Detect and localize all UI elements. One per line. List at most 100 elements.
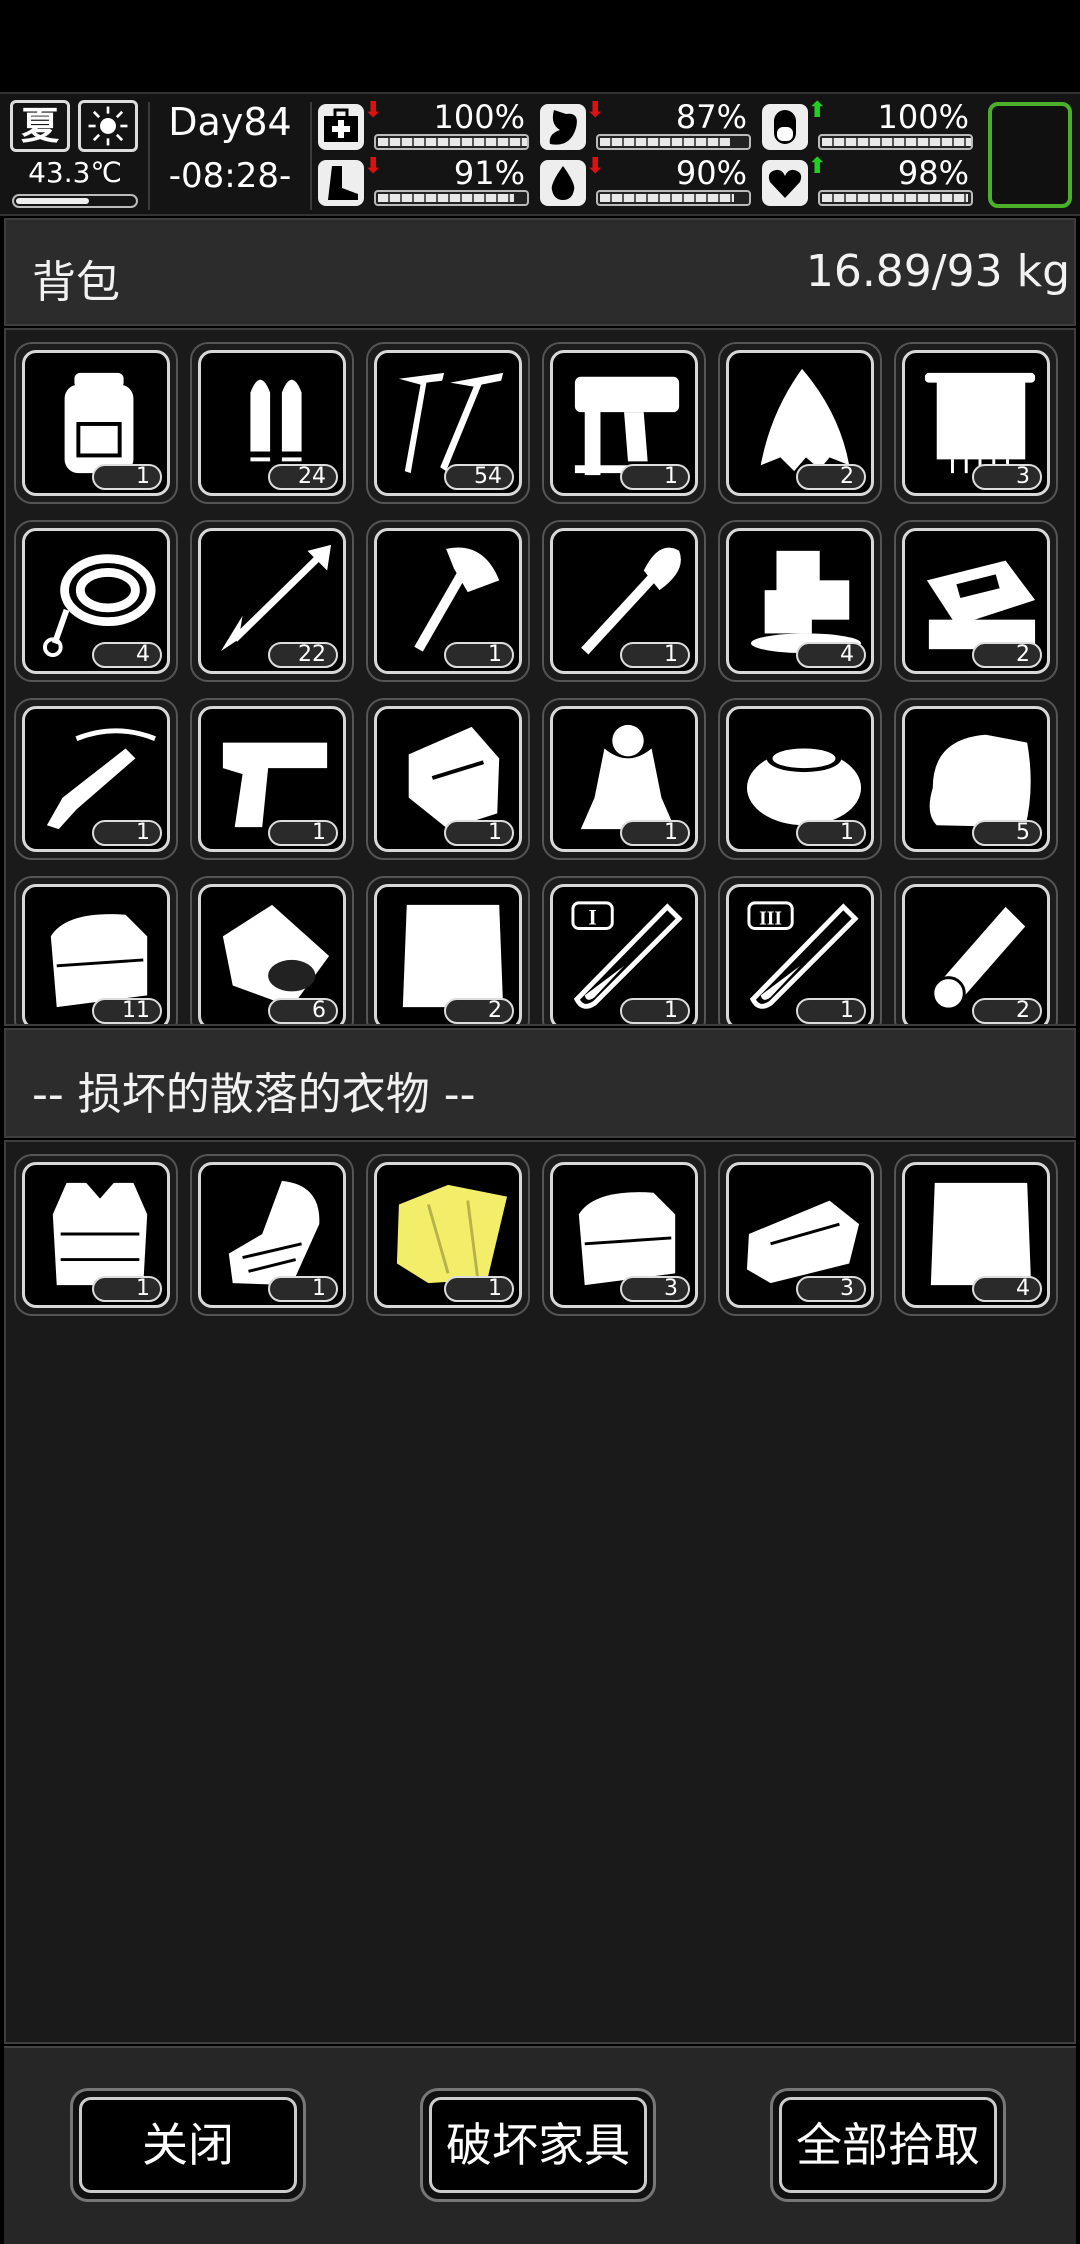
item-slot[interactable]: 1 bbox=[542, 698, 706, 860]
day-counter: Day84 bbox=[168, 100, 292, 144]
stat-hunger: ⬇ 87% bbox=[540, 98, 755, 152]
item-slot[interactable]: 1 bbox=[718, 698, 882, 860]
item-count: 22 bbox=[268, 642, 338, 668]
item-count: 1 bbox=[796, 820, 866, 846]
item-count: 3 bbox=[620, 1276, 690, 1302]
item-slot[interactable]: 22 bbox=[190, 520, 354, 682]
divider bbox=[148, 102, 150, 210]
backpack-weight: 16.89/93 kg bbox=[805, 246, 1070, 297]
item-count: 5 bbox=[972, 820, 1042, 846]
item-slot[interactable]: 24 bbox=[190, 342, 354, 504]
stat-value: 91% bbox=[453, 154, 525, 192]
item-count: 1 bbox=[620, 820, 690, 846]
item-slot[interactable]: 54 bbox=[366, 342, 530, 504]
item-slot[interactable]: 4 bbox=[14, 520, 178, 682]
item-slot[interactable]: 6 bbox=[190, 876, 354, 1024]
trend-up-icon: ⬆ bbox=[808, 154, 827, 179]
item-slot[interactable]: 1 bbox=[14, 342, 178, 504]
stat-mood: ⬆ 100% bbox=[762, 98, 977, 152]
divider bbox=[310, 102, 312, 210]
item-count: 1 bbox=[620, 642, 690, 668]
item-count: 2 bbox=[444, 998, 514, 1024]
item-slot[interactable]: 1 bbox=[366, 1154, 530, 1316]
backpack-title: 背包 bbox=[32, 257, 120, 308]
destroy-furniture-label: 破坏家具 bbox=[429, 2097, 647, 2193]
trend-up-icon: ⬆ bbox=[808, 98, 827, 123]
action-bar: 关闭 破坏家具 全部拾取 bbox=[4, 2046, 1076, 2244]
item-count: 4 bbox=[972, 1276, 1042, 1302]
item-slot[interactable]: 2 bbox=[894, 876, 1058, 1024]
item-slot[interactable]: 1 bbox=[14, 1154, 178, 1316]
status-bar: 夏 43.3℃ Day84 -08:28- ⬇ 100% ⬇ 87% ⬆ 100% ⬇ 91%… bbox=[0, 92, 1080, 216]
item-count: 1 bbox=[620, 998, 690, 1024]
temperature: 43.3℃ bbox=[28, 156, 122, 189]
item-count: 4 bbox=[92, 642, 162, 668]
backpack-header: 背包 16.89/93 kg bbox=[4, 218, 1076, 326]
container-title: -- 损坏的散落的衣物 -- bbox=[32, 1069, 476, 1120]
item-slot[interactable]: 3 bbox=[542, 1154, 706, 1316]
stomach-icon bbox=[540, 104, 586, 150]
item-count: 1 bbox=[444, 642, 514, 668]
stat-value: 87% bbox=[675, 98, 747, 136]
stat-bar bbox=[596, 190, 751, 206]
stat-value: 100% bbox=[433, 98, 525, 136]
trend-down-icon: ⬇ bbox=[364, 154, 383, 179]
stat-stamina: ⬇ 91% bbox=[318, 154, 533, 208]
item-count: 6 bbox=[268, 998, 338, 1024]
item-slot[interactable]: 3 bbox=[894, 342, 1058, 504]
trend-down-icon: ⬇ bbox=[364, 98, 383, 123]
item-slot[interactable]: 1 bbox=[366, 520, 530, 682]
item-slot[interactable]: 4 bbox=[894, 1154, 1058, 1316]
item-slot[interactable]: 1 bbox=[542, 342, 706, 504]
item-slot[interactable]: 1 bbox=[190, 698, 354, 860]
item-count: 1 bbox=[92, 820, 162, 846]
close-button[interactable]: 关闭 bbox=[70, 2088, 306, 2202]
item-count: 3 bbox=[796, 1276, 866, 1302]
item-count: 4 bbox=[796, 642, 866, 668]
pickup-all-button[interactable]: 全部拾取 bbox=[770, 2088, 1006, 2202]
item-slot[interactable]: 1 bbox=[190, 1154, 354, 1316]
item-count: 1 bbox=[92, 1276, 162, 1302]
container-grid: 1 1 1 3 3 4 bbox=[4, 1140, 1076, 2044]
destroy-furniture-button[interactable]: 破坏家具 bbox=[420, 2088, 656, 2202]
item-count: 2 bbox=[972, 642, 1042, 668]
item-slot[interactable]: 2 bbox=[894, 520, 1058, 682]
character-portrait-button[interactable] bbox=[988, 102, 1072, 208]
thermometer-icon bbox=[12, 194, 138, 208]
item-slot[interactable]: 5 bbox=[894, 698, 1058, 860]
stat-bar bbox=[374, 134, 529, 150]
item-count: 1 bbox=[796, 998, 866, 1024]
item-slot[interactable]: I1 bbox=[542, 876, 706, 1024]
stat-bar bbox=[818, 134, 973, 150]
item-count: 2 bbox=[796, 464, 866, 490]
svg-text:I: I bbox=[588, 906, 596, 930]
item-count: 1 bbox=[444, 1276, 514, 1302]
item-count: 11 bbox=[92, 998, 162, 1024]
item-count: 1 bbox=[268, 820, 338, 846]
close-button-label: 关闭 bbox=[79, 2097, 297, 2193]
container-header: -- 损坏的散落的衣物 -- bbox=[4, 1028, 1076, 1138]
season-indicator: 夏 bbox=[10, 100, 70, 152]
item-count: 1 bbox=[444, 820, 514, 846]
stat-vitality: ⬆ 98% bbox=[762, 154, 977, 208]
item-count: 3 bbox=[972, 464, 1042, 490]
item-slot[interactable]: III 1 bbox=[718, 876, 882, 1024]
stat-bar bbox=[818, 190, 973, 206]
item-slot[interactable]: 3 bbox=[718, 1154, 882, 1316]
item-slot[interactable]: 4 bbox=[718, 520, 882, 682]
svg-text:III: III bbox=[759, 908, 782, 930]
item-count: 54 bbox=[444, 464, 514, 490]
stat-health: ⬇ 100% bbox=[318, 98, 533, 152]
clock: -08:28- bbox=[168, 156, 292, 196]
pill-icon bbox=[762, 104, 808, 150]
stat-value: 98% bbox=[897, 154, 969, 192]
item-slot[interactable]: 1 bbox=[366, 698, 530, 860]
trend-down-icon: ⬇ bbox=[586, 98, 605, 123]
item-slot[interactable]: 2 bbox=[366, 876, 530, 1024]
item-slot[interactable]: 11 bbox=[14, 876, 178, 1024]
item-slot[interactable]: 1 bbox=[542, 520, 706, 682]
item-slot[interactable]: 1 bbox=[14, 698, 178, 860]
stat-bar bbox=[374, 190, 529, 206]
pickup-all-label: 全部拾取 bbox=[779, 2097, 997, 2193]
item-slot[interactable]: 2 bbox=[718, 342, 882, 504]
